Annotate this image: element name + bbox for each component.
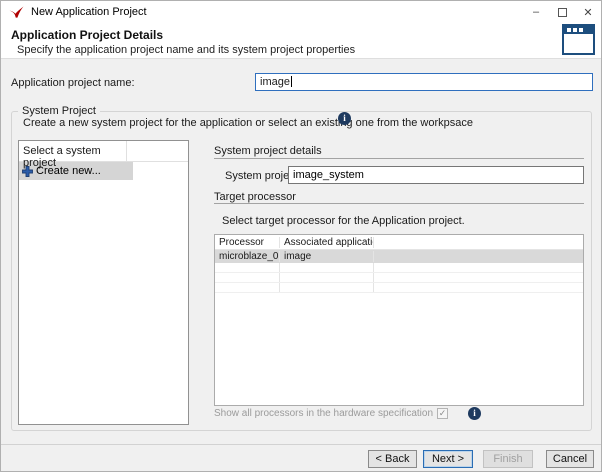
info-icon[interactable]: i [338, 112, 351, 125]
system-project-details-title: System project details [214, 145, 322, 157]
app-project-name-label: Application project name: [11, 77, 135, 89]
divider [214, 158, 584, 159]
table-empty-row [215, 263, 583, 273]
list-item-label: Create new... [36, 165, 101, 177]
window-title: New Application Project [31, 6, 147, 18]
target-processor-description: Select target processor for the Applicat… [222, 215, 465, 227]
plus-icon [22, 166, 33, 177]
page-title: Application Project Details [11, 28, 163, 42]
app-project-name-input[interactable]: image [255, 73, 593, 91]
system-project-group-label: System Project [18, 105, 100, 117]
system-project-list: Select a system project Create new... [18, 140, 189, 425]
system-project-name-input[interactable] [288, 166, 584, 184]
target-processor-title: Target processor [214, 191, 296, 203]
cell-associated-applications: image [280, 251, 374, 262]
next-button[interactable]: Next > [423, 450, 473, 468]
info-icon[interactable]: i [468, 407, 481, 420]
new-application-project-dialog: New Application Project – ✕ Application … [0, 0, 602, 472]
column-header-associated-applications[interactable]: Associated applications [280, 237, 374, 248]
finish-button[interactable]: Finish [483, 450, 533, 468]
wizard-header: Application Project Details Specify the … [1, 23, 601, 59]
processor-table: Processor Associated applications microb… [214, 234, 584, 406]
list-item-create-new[interactable]: Create new... [19, 162, 133, 180]
divider [214, 203, 584, 204]
table-empty-row [215, 273, 583, 283]
system-project-description: Create a new system project for the appl… [23, 117, 473, 129]
xilinx-logo-icon [9, 6, 24, 19]
close-icon[interactable]: ✕ [575, 1, 601, 23]
title-bar[interactable]: New Application Project – ✕ [1, 1, 601, 23]
table-row-microblaze[interactable]: microblaze_0 image [215, 250, 583, 263]
system-project-list-header-label: Select a system project [19, 141, 127, 161]
page-subtitle: Specify the application project name and… [17, 44, 355, 56]
table-empty-row [215, 283, 583, 293]
text-caret [291, 76, 292, 87]
button-bar: < Back Next > Finish Cancel [1, 444, 601, 471]
column-header-processor[interactable]: Processor [215, 237, 280, 248]
show-all-processors-label: Show all processors in the hardware spec… [214, 408, 433, 419]
show-all-processors-row: Show all processors in the hardware spec… [214, 407, 481, 420]
back-button[interactable]: < Back [368, 450, 417, 468]
window-controls: – ✕ [523, 1, 601, 23]
processor-table-header: Processor Associated applications [215, 235, 583, 250]
system-project-list-header[interactable]: Select a system project [19, 141, 188, 162]
cell-processor: microblaze_0 [215, 251, 280, 262]
wizard-window-icon [562, 24, 595, 55]
show-all-processors-checkbox[interactable]: ✓ [437, 408, 448, 419]
maximize-icon[interactable] [549, 1, 575, 23]
minimize-icon[interactable]: – [523, 1, 549, 23]
cancel-button[interactable]: Cancel [546, 450, 594, 468]
